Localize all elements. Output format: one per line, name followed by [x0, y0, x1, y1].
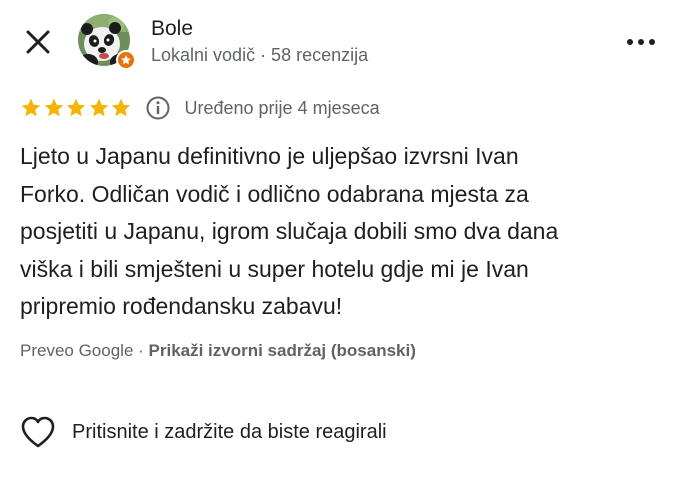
- star-rating: [20, 97, 133, 119]
- show-original-link[interactable]: Prikaži izvorni sadržaj (bosanski): [149, 341, 416, 360]
- translated-by-label: Preveo Google ·: [20, 341, 149, 360]
- more-options-button[interactable]: [624, 28, 658, 56]
- close-icon: [26, 30, 50, 54]
- heart-outline-icon: [21, 416, 55, 448]
- react-button[interactable]: Pritisnite i zadržite da biste reagirali: [20, 414, 387, 450]
- close-button[interactable]: [22, 26, 54, 58]
- star-badge-icon: [121, 55, 131, 65]
- more-vertical-dots-icon: [627, 39, 655, 45]
- edited-timestamp: Uređeno prije 4 mjeseca: [184, 97, 380, 118]
- author-meta: Lokalni vodič · 58 recenzija: [151, 45, 369, 65]
- author-name[interactable]: Bole: [151, 17, 193, 41]
- star-icon: [44, 98, 63, 117]
- star-icon: [111, 98, 131, 117]
- rating-row: Uređeno prije 4 mjeseca: [20, 94, 380, 122]
- star-icon: [66, 98, 86, 117]
- star-icon: [21, 98, 41, 117]
- info-icon[interactable]: [145, 95, 171, 121]
- translation-info: Preveo Google · Prikaži izvorni sadržaj …: [20, 341, 416, 361]
- local-guide-badge-icon: [116, 50, 136, 70]
- react-label: Pritisnite i zadržite da biste reagirali: [72, 420, 387, 443]
- review-text: Ljeto u Japanu definitivno je uljepšao i…: [20, 143, 559, 319]
- author-avatar-wrap: [78, 14, 136, 70]
- star-icon: [89, 98, 108, 117]
